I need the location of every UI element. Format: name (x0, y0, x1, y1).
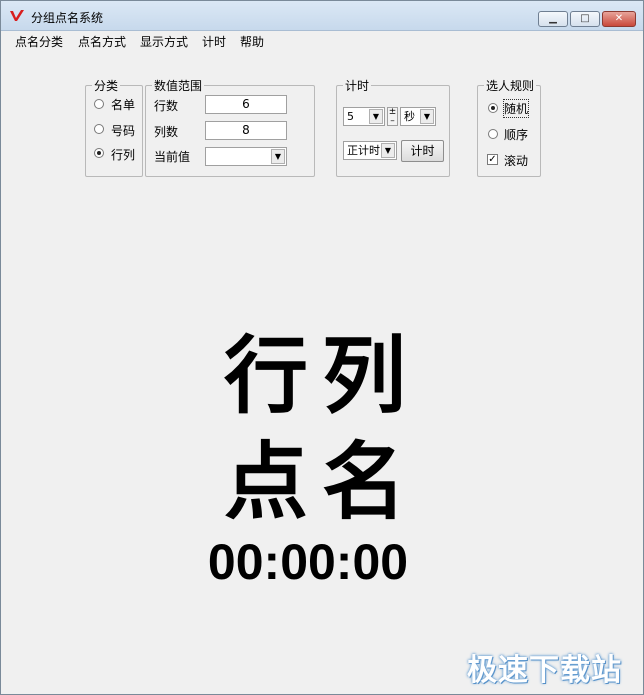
cols-label: 列数 (154, 125, 179, 139)
start-timing-button[interactable]: 计时 (401, 140, 444, 162)
rows-input[interactable]: 6 (205, 95, 287, 114)
timing-unit-text: 秒 (404, 110, 415, 123)
menu-bar: 点名分类 点名方式 显示方式 计时 帮助 (1, 31, 643, 51)
timing-amount-text: 5 (347, 110, 354, 123)
title-bar: 分组点名系统 ▁ □ ✕ (1, 1, 643, 31)
app-window: 分组点名系统 ▁ □ ✕ 点名分类 点名方式 显示方式 计时 帮助 分类 名单 … (0, 0, 644, 695)
timing-legend: 计时 (345, 79, 370, 93)
close-button[interactable]: ✕ (602, 11, 636, 27)
rule-radio-sequential[interactable] (488, 129, 498, 139)
app-logo-icon (10, 10, 24, 21)
chevron-down-icon: ▼ (271, 149, 285, 164)
category-legend: 分类 (94, 79, 119, 93)
chevron-down-icon: ▼ (369, 109, 383, 124)
category-radio-rowcol[interactable] (94, 148, 104, 158)
timing-mode-text: 正计时 (347, 144, 380, 157)
timing-group: 计时 (336, 77, 450, 177)
current-label: 当前值 (154, 150, 191, 164)
menu-timing[interactable]: 计时 (202, 33, 226, 50)
chevron-down-icon: ▼ (420, 109, 434, 124)
maximize-button[interactable]: □ (570, 11, 600, 27)
rule-label-sequential: 顺序 (504, 128, 529, 142)
current-value-select[interactable]: ▼ (205, 147, 287, 166)
watermark-text: 极速下载站 (467, 653, 622, 688)
rule-radio-random[interactable] (488, 103, 498, 113)
menu-call-method[interactable]: 点名方式 (78, 33, 126, 50)
display-line-2: 点名 (223, 432, 420, 531)
category-radio-number[interactable] (94, 124, 104, 134)
category-label-list: 名单 (111, 98, 136, 112)
rule-label-random: 随机 (502, 99, 530, 118)
category-radio-list[interactable] (94, 99, 104, 109)
window-title: 分组点名系统 (31, 11, 104, 25)
rule-checkbox-scroll[interactable]: ✓ (487, 154, 498, 165)
menu-display-mode[interactable]: 显示方式 (140, 33, 188, 50)
timer-display: 00:00:00 (207, 534, 409, 590)
cols-input[interactable]: 8 (205, 121, 287, 140)
minimize-button[interactable]: ▁ (538, 11, 568, 27)
category-label-number: 号码 (111, 124, 136, 138)
timing-mode-select[interactable]: 正计时 ▼ (343, 141, 397, 160)
rule-label-scroll: 滚动 (504, 154, 529, 168)
timing-spinner-glyph: ± (388, 107, 397, 117)
timing-unit-select[interactable]: 秒 ▼ (400, 107, 436, 126)
rules-legend: 选人规则 (486, 79, 535, 93)
timing-amount-select[interactable]: 5 ▼ (343, 107, 385, 126)
category-label-rowcol: 行列 (111, 148, 136, 162)
chevron-down-icon: ▼ (381, 143, 395, 158)
display-line-1: 行列 (223, 326, 420, 425)
menu-category[interactable]: 点名分类 (15, 33, 63, 50)
timing-spinner[interactable]: ± – (387, 107, 398, 126)
rows-label: 行数 (154, 99, 179, 113)
menu-help[interactable]: 帮助 (240, 33, 264, 50)
range-legend: 数值范围 (154, 79, 203, 93)
